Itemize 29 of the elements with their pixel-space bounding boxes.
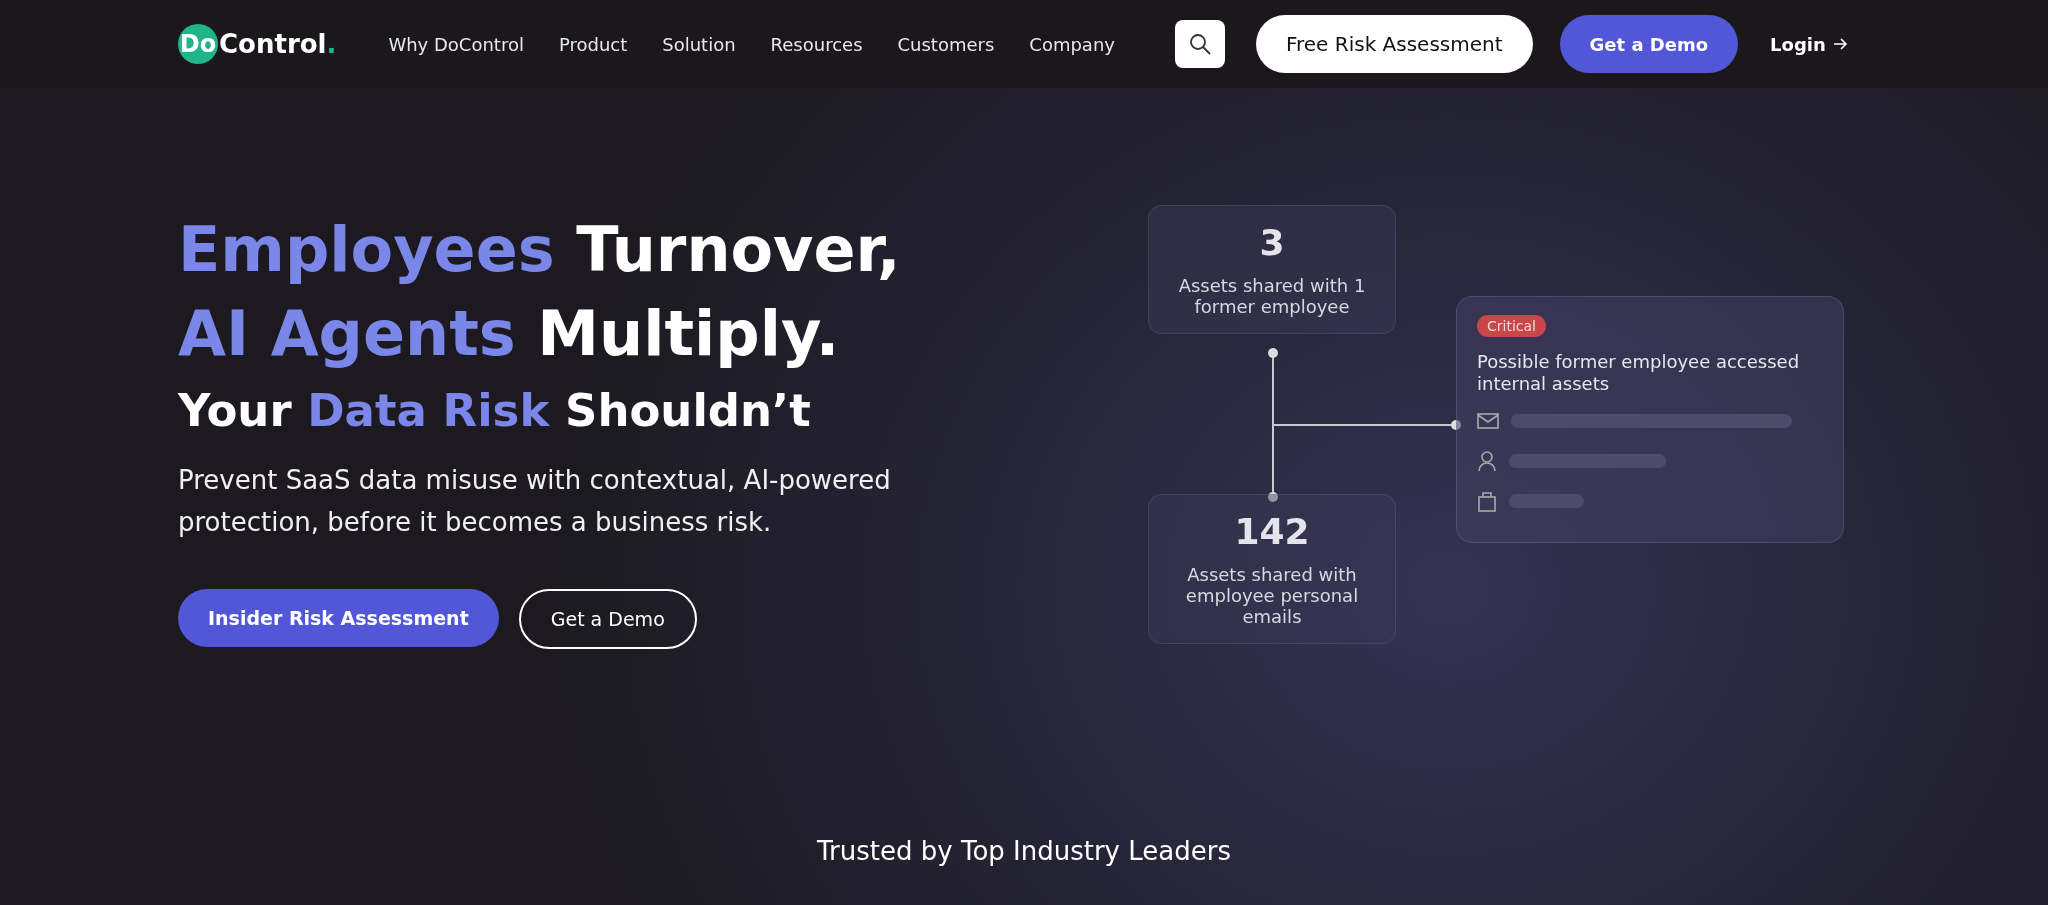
stat-label: Assets shared with 1 former employee: [1177, 275, 1367, 317]
subheadline: Your Data Risk Shouldn’t: [178, 384, 811, 437]
demo-button[interactable]: Get a Demo: [518, 589, 697, 649]
nav-link[interactable]: Company: [1029, 33, 1115, 55]
alert-title: Possible former employee accessed internal assets: [1477, 351, 1801, 395]
stat-value: 3: [1258, 222, 1286, 263]
login-link[interactable]: Login: [1770, 33, 1826, 55]
trusted-heading: Trusted by Top Industry Leaders: [817, 836, 1231, 866]
nav-link[interactable]: Customers: [897, 33, 995, 55]
nav-link[interactable]: Why DoControl: [388, 33, 524, 55]
severity-tag: Critical: [1477, 315, 1546, 337]
search-icon: [1187, 32, 1212, 56]
nav-link[interactable]: Solution: [662, 33, 736, 55]
demo-button[interactable]: Get a Demo: [1559, 15, 1739, 73]
nav-link[interactable]: Product: [558, 33, 628, 55]
stat-value: 142: [1233, 511, 1311, 552]
headline: AI Agents Multiply.: [178, 296, 840, 372]
headline: Employees Turnover,: [178, 212, 901, 288]
assessment-button[interactable]: Insider Risk Assessment: [178, 589, 499, 647]
arrow-icon: [1833, 38, 1848, 50]
logo-text[interactable]: Control.: [219, 29, 337, 59]
assessment-button[interactable]: Free Risk Assessment: [1255, 15, 1533, 73]
bag-icon: [1477, 490, 1497, 512]
stat-label: Assets shared with employee personal emails: [1184, 564, 1360, 627]
user-icon: [1477, 450, 1497, 472]
envelope-icon: [1477, 412, 1499, 430]
nav-link[interactable]: Resources: [770, 33, 863, 55]
search-button[interactable]: [1174, 20, 1225, 68]
description: Prevent SaaS data misuse with contextual, AI-powered protection, before it becomes a business risk.: [178, 464, 892, 539]
